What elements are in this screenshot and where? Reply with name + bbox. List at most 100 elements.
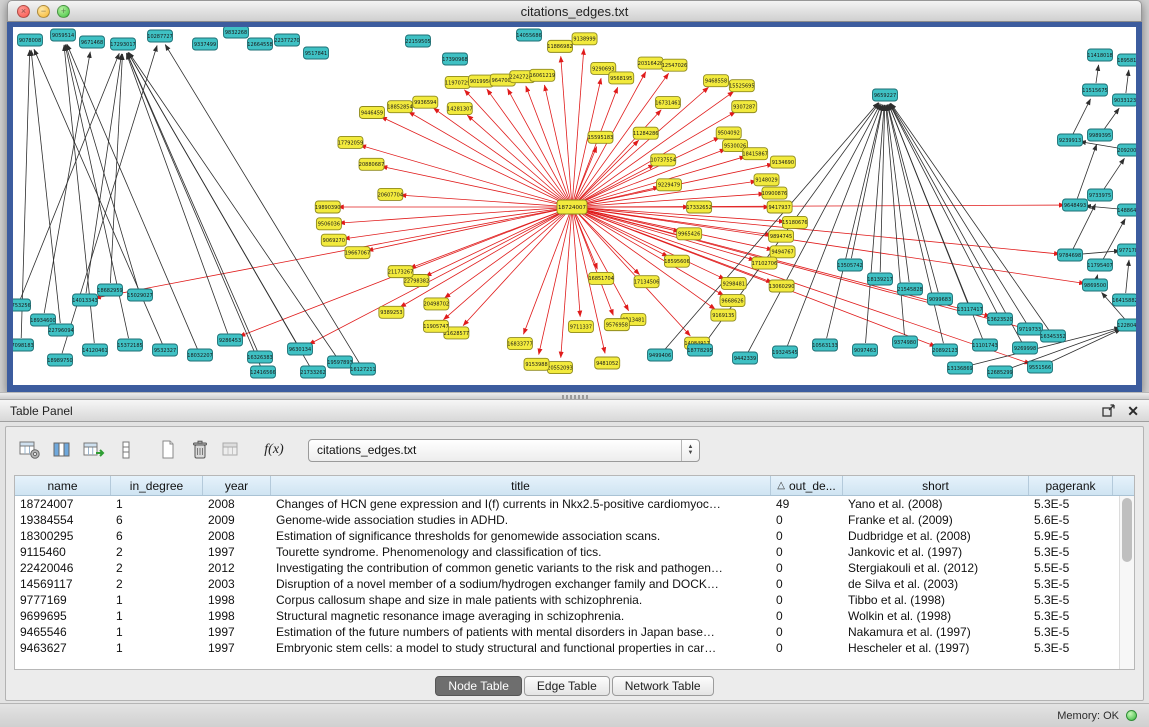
graph-node[interactable]: 10900876: [762, 187, 787, 199]
graph-node[interactable]: 21173267: [388, 266, 413, 278]
graph-node[interactable]: 9711337: [568, 321, 593, 333]
graph-node[interactable]: 15595183: [588, 131, 613, 143]
table-row[interactable]: 946362711997Embryonic stem cells: a mode…: [15, 640, 1119, 656]
graph-node[interactable]: 9499406: [648, 349, 673, 361]
graph-node[interactable]: 11970729: [445, 76, 470, 88]
graph-node[interactable]: 11284286: [633, 127, 658, 139]
graph-node[interactable]: 16127211: [350, 363, 375, 375]
graph-node[interactable]: 18778295: [687, 344, 712, 356]
graph-node[interactable]: 13060290: [769, 280, 794, 292]
tab-network-table[interactable]: Network Table: [612, 676, 714, 696]
table-row[interactable]: 1872400712008Changes of HCN gene express…: [15, 496, 1119, 512]
column-header-year[interactable]: year: [203, 476, 271, 495]
tab-node-table[interactable]: Node Table: [435, 676, 522, 696]
graph-node[interactable]: 10737554: [651, 154, 676, 166]
graph-node[interactable]: 18415867: [742, 148, 767, 160]
panel-splitter[interactable]: [0, 392, 1149, 400]
graph-node[interactable]: 9832268: [224, 27, 249, 38]
graph-node[interactable]: 15525695: [729, 80, 754, 92]
graph-node[interactable]: 17792059: [338, 136, 363, 148]
tab-edge-table[interactable]: Edge Table: [524, 676, 610, 696]
column-header-in-degree[interactable]: in_degree: [111, 476, 203, 495]
graph-node[interactable]: 19753256: [13, 299, 31, 311]
graph-node[interactable]: 22377270: [274, 34, 299, 46]
graph-node[interactable]: 9389253: [379, 306, 404, 318]
zoom-window-button[interactable]: +: [57, 5, 70, 18]
graph-node[interactable]: 20607704: [378, 188, 403, 200]
network-canvas[interactable]: 9417937151806769894745949476717102706130…: [13, 27, 1136, 385]
close-panel-icon[interactable]: ✕: [1127, 404, 1139, 418]
graph-node[interactable]: 17293017: [110, 38, 135, 50]
graph-node[interactable]: 14120461: [82, 344, 107, 356]
graph-node[interactable]: 11905747: [423, 320, 448, 332]
graph-node[interactable]: 16851704: [588, 272, 613, 284]
graph-node[interactable]: 9630134: [288, 343, 313, 355]
graph-node[interactable]: 16326383: [247, 351, 272, 363]
row-mode-button[interactable]: [112, 437, 140, 463]
graph-node[interactable]: 11515675: [1082, 84, 1107, 96]
graph-node[interactable]: 9576958: [604, 319, 629, 331]
graph-node[interactable]: 21545828: [897, 283, 922, 295]
graph-node[interactable]: 9648493: [1063, 199, 1088, 211]
close-window-button[interactable]: ×: [17, 5, 30, 18]
graph-node[interactable]: 9286453: [218, 334, 243, 346]
graph-node[interactable]: 9659227: [873, 89, 898, 101]
graph-node[interactable]: 9169135: [711, 309, 736, 321]
table-row[interactable]: 2242004622012Investigating the contribut…: [15, 560, 1119, 576]
graph-node[interactable]: 13136869: [947, 362, 972, 374]
graph-node[interactable]: 9668626: [720, 295, 745, 307]
graph-node[interactable]: 9138999: [572, 33, 597, 45]
graph-node[interactable]: 9229479: [656, 179, 681, 191]
graph-node[interactable]: 9153988: [524, 358, 549, 370]
graph-node[interactable]: 19890390: [315, 201, 340, 213]
graph-node[interactable]: 9771781: [1118, 244, 1137, 256]
column-header-name[interactable]: name: [15, 476, 111, 495]
graph-node[interactable]: 9671468: [80, 36, 105, 48]
graph-node[interactable]: 9033123: [1113, 94, 1137, 106]
column-header-out-de-[interactable]: △out_de...: [771, 476, 843, 495]
graph-node[interactable]: 15180676: [782, 216, 807, 228]
graph-node[interactable]: 16345352: [1040, 330, 1065, 342]
graph-node[interactable]: 22796094: [48, 324, 73, 336]
graph-node[interactable]: 9078008: [18, 34, 43, 46]
vertical-scrollbar[interactable]: [1119, 496, 1134, 669]
graph-node[interactable]: 12547026: [662, 59, 687, 71]
table-row[interactable]: 1830029562008Estimation of significance …: [15, 528, 1119, 544]
table-row[interactable]: 1456911722003Disruption of a novel membe…: [15, 576, 1119, 592]
scrollbar-thumb[interactable]: [1122, 498, 1132, 562]
graph-node[interactable]: 14886435: [1117, 204, 1136, 216]
graph-node[interactable]: 17102706: [752, 257, 777, 269]
graph-node[interactable]: 20316428: [638, 57, 663, 69]
graph-node[interactable]: 15029027: [127, 289, 152, 301]
graph-node[interactable]: 11418018: [1087, 49, 1112, 61]
graph-node[interactable]: 16833777: [507, 338, 532, 350]
graph-node[interactable]: 20920060: [1117, 144, 1136, 156]
graph-node[interactable]: 9019950: [469, 75, 494, 87]
graph-node[interactable]: 20880687: [359, 158, 384, 170]
graph-node[interactable]: 13117417: [957, 303, 982, 315]
graph-node[interactable]: 9374980: [893, 336, 918, 348]
graph-node[interactable]: 13623520: [987, 313, 1012, 325]
graph-node[interactable]: 14281307: [447, 103, 472, 115]
table-row[interactable]: 911546021997Tourette syndrome. Phenomeno…: [15, 544, 1119, 560]
graph-node[interactable]: 11795407: [1087, 259, 1112, 271]
graph-node[interactable]: 13505742: [837, 259, 862, 271]
graph-node[interactable]: 9784698: [1058, 249, 1083, 261]
graph-node[interactable]: 11886982: [547, 40, 572, 52]
graph-node[interactable]: 12416566: [250, 366, 275, 378]
graph-node[interactable]: 9097463: [853, 344, 878, 356]
graph-node[interactable]: 14055686: [516, 29, 541, 41]
graph-node[interactable]: 20552093: [547, 362, 572, 374]
table-mode-button[interactable]: [16, 437, 44, 463]
graph-node[interactable]: 9568195: [609, 72, 634, 84]
graph-node[interactable]: 18682959: [97, 284, 122, 296]
graph-node[interactable]: 18989750: [47, 354, 72, 366]
graph-node[interactable]: 9446459: [359, 106, 384, 118]
graph-node[interactable]: 19597893: [327, 356, 352, 368]
graph-node[interactable]: 9069270: [321, 234, 346, 246]
graph-node[interactable]: 9494767: [770, 246, 795, 258]
graph-node[interactable]: 20498702: [424, 298, 449, 310]
table-row[interactable]: 969969511998Structural magnetic resonanc…: [15, 608, 1119, 624]
table-row[interactable]: 977716911998Corpus callosum shape and si…: [15, 592, 1119, 608]
graph-node[interactable]: 15372185: [117, 339, 142, 351]
